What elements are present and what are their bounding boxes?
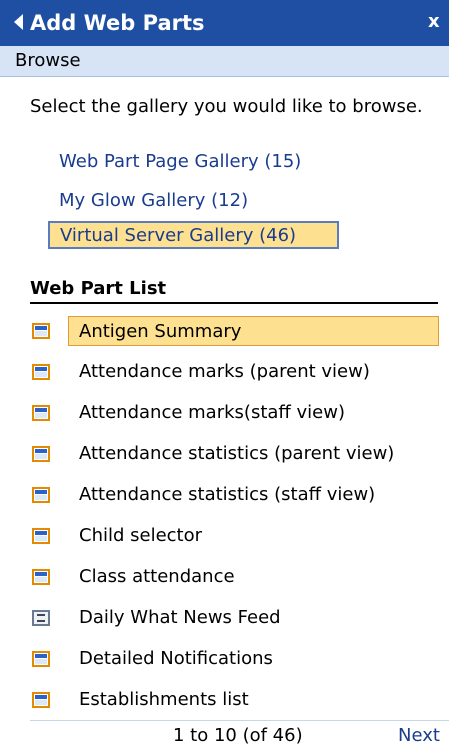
web-part-label: Establishments list	[79, 689, 249, 710]
web-part-icon	[32, 528, 50, 544]
web-part-item-attendance-marks-staff[interactable]: Attendance marks(staff view)	[30, 397, 440, 431]
web-part-item-attendance-statistics-staff[interactable]: Attendance statistics (staff view)	[30, 479, 440, 513]
news-feed-icon	[32, 610, 50, 626]
web-part-label: Attendance marks (parent view)	[79, 361, 370, 382]
web-part-item-antigen-summary[interactable]: Antigen Summary	[30, 315, 440, 349]
panel-title-bar: Add Web Parts x	[0, 0, 449, 46]
web-part-label: Daily What News Feed	[79, 607, 281, 628]
web-part-item-attendance-statistics-parent[interactable]: Attendance statistics (parent view)	[30, 438, 440, 472]
web-part-item-class-attendance[interactable]: Class attendance	[30, 561, 440, 595]
paging-summary: 1 to 10 (of 46)	[173, 725, 303, 746]
web-part-label: Antigen Summary	[79, 321, 242, 342]
web-part-icon	[32, 323, 50, 339]
web-part-icon	[32, 446, 50, 462]
web-part-item-attendance-marks-parent[interactable]: Attendance marks (parent view)	[30, 356, 440, 390]
web-part-label: Attendance marks(staff view)	[79, 402, 346, 423]
heading-divider	[30, 302, 438, 304]
web-part-icon	[32, 692, 50, 708]
web-part-item-daily-news-feed[interactable]: Daily What News Feed	[30, 602, 440, 636]
web-part-item-child-selector[interactable]: Child selector	[30, 520, 440, 554]
next-page-link[interactable]: Next	[398, 725, 440, 746]
browse-label: Browse	[15, 50, 81, 71]
gallery-link-label: Virtual Server Gallery (46)	[60, 225, 297, 246]
selection-highlight: Antigen Summary	[68, 316, 439, 346]
gallery-link-virtual-server[interactable]: Virtual Server Gallery (46)	[48, 221, 339, 249]
browse-bar: Browse	[0, 46, 449, 77]
web-part-label: Attendance statistics (parent view)	[79, 443, 395, 464]
web-part-label: Child selector	[79, 525, 203, 546]
web-part-icon	[32, 364, 50, 380]
web-part-item-establishments-list[interactable]: Establishments list	[30, 684, 440, 718]
close-icon[interactable]: x	[428, 11, 440, 33]
web-part-icon	[32, 487, 50, 503]
web-part-item-detailed-notifications[interactable]: Detailed Notifications	[30, 643, 440, 677]
web-part-icon	[32, 569, 50, 585]
web-part-label: Class attendance	[79, 566, 235, 587]
paging-divider	[30, 720, 449, 721]
gallery-link-my-glow[interactable]: My Glow Gallery (12)	[59, 190, 248, 211]
web-part-icon	[32, 651, 50, 667]
panel-title: Add Web Parts	[30, 11, 205, 35]
gallery-instructions: Select the gallery you would like to bro…	[30, 96, 423, 117]
web-part-list-heading: Web Part List	[30, 278, 167, 299]
back-arrow-icon[interactable]	[14, 14, 23, 30]
gallery-link-web-part-page[interactable]: Web Part Page Gallery (15)	[59, 151, 301, 172]
web-part-label: Attendance statistics (staff view)	[79, 484, 376, 505]
web-part-icon	[32, 405, 50, 421]
web-part-label: Detailed Notifications	[79, 648, 273, 669]
